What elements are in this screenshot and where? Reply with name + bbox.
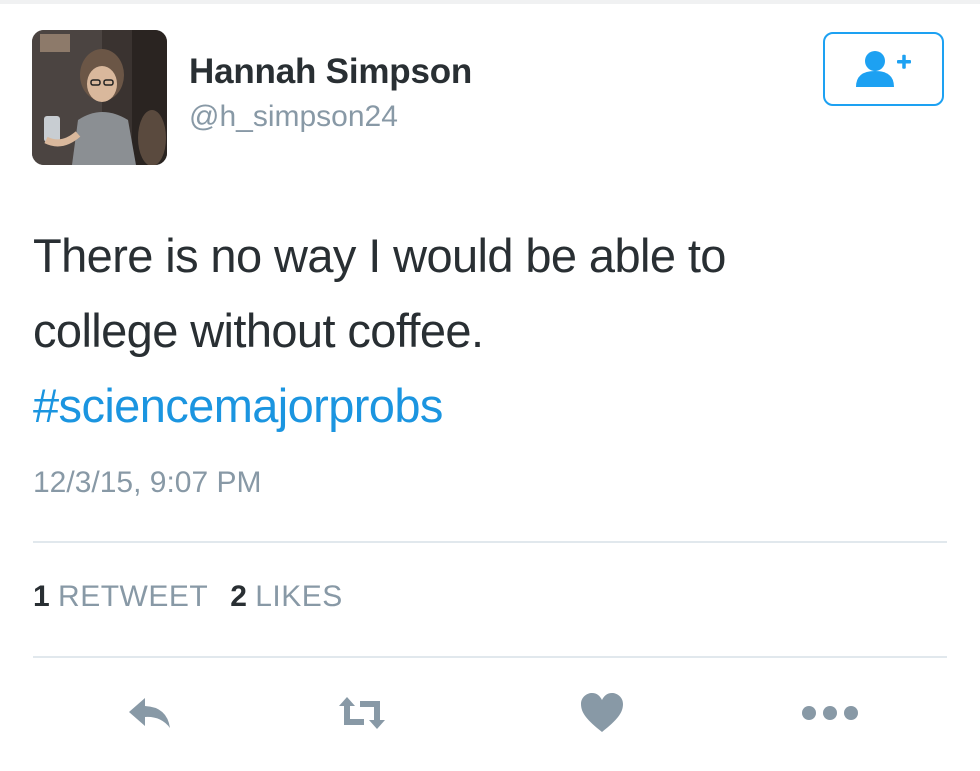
tweet-text-line: There is no way I would be able to — [33, 229, 726, 282]
like-stat[interactable]: 2 LIKES — [230, 580, 343, 614]
reply-button[interactable] — [120, 688, 180, 738]
retweet-count: 1 — [33, 580, 50, 613]
divider — [33, 541, 947, 543]
more-button[interactable] — [800, 688, 860, 738]
author-name[interactable]: Hannah Simpson — [189, 52, 472, 92]
retweet-button[interactable] — [332, 688, 392, 738]
like-count: 2 — [230, 580, 247, 613]
reply-icon — [129, 698, 170, 728]
divider — [33, 656, 947, 658]
like-label: LIKES — [255, 580, 343, 613]
more-icon — [802, 706, 858, 720]
tweet-timestamp: 12/3/15, 9:07 PM — [33, 466, 262, 499]
profile-photo — [32, 30, 167, 165]
add-user-icon — [855, 51, 911, 87]
hashtag-link[interactable]: #sciencemajorprobs — [33, 368, 933, 443]
retweet-stat[interactable]: 1 RETWEET — [33, 580, 208, 614]
tweet-stats: 1 RETWEET 2 LIKES — [33, 580, 343, 614]
follow-button[interactable] — [823, 32, 944, 106]
tweet-text-line: college without coffee. — [33, 304, 484, 357]
tweet-text: There is no way I would be able to colle… — [33, 218, 933, 443]
avatar[interactable] — [32, 30, 167, 165]
retweet-icon — [339, 697, 385, 729]
like-button[interactable] — [572, 688, 632, 738]
author-handle[interactable]: @h_simpson24 — [189, 100, 398, 134]
top-divider — [0, 0, 980, 4]
retweet-label: RETWEET — [58, 580, 209, 613]
heart-icon — [581, 693, 623, 732]
